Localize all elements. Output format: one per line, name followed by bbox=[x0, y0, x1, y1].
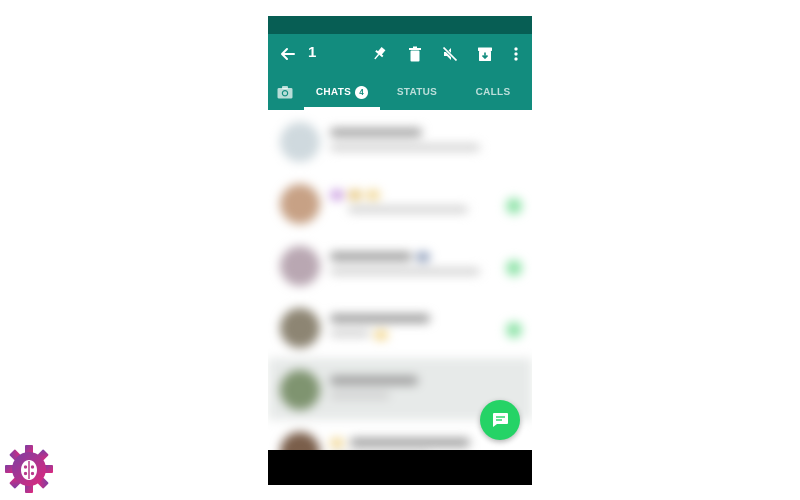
tab-chats-label: CHATS bbox=[315, 86, 352, 98]
tab-status[interactable]: STATUS bbox=[386, 74, 448, 110]
chat-row[interactable] bbox=[268, 172, 532, 234]
chats-unread-badge: 4 bbox=[355, 85, 369, 99]
mute-icon[interactable] bbox=[438, 42, 462, 66]
chat-row[interactable] bbox=[268, 296, 532, 358]
chat-row[interactable] bbox=[268, 234, 532, 296]
new-chat-icon bbox=[493, 413, 508, 427]
camera-icon bbox=[277, 86, 293, 99]
selection-app-bar: 1 bbox=[268, 34, 532, 74]
pin-icon[interactable] bbox=[367, 42, 391, 66]
tab-status-label: STATUS bbox=[396, 86, 438, 98]
blurred-chat-rows bbox=[268, 110, 532, 472]
gear-logo-icon bbox=[4, 444, 54, 494]
arrow-back-icon[interactable] bbox=[276, 42, 300, 66]
phone-screen: 1 CHATS 4 STATUS CALLS bbox=[268, 16, 532, 485]
tab-chats[interactable]: CHATS 4 bbox=[304, 74, 380, 110]
chat-row[interactable] bbox=[268, 110, 532, 172]
tab-camera[interactable] bbox=[274, 74, 296, 110]
delete-icon[interactable] bbox=[403, 42, 427, 66]
tab-calls[interactable]: CALLS bbox=[462, 74, 524, 110]
archive-icon[interactable] bbox=[473, 42, 497, 66]
status-bar bbox=[268, 16, 532, 34]
new-chat-button[interactable] bbox=[480, 400, 520, 440]
chat-list bbox=[268, 110, 532, 472]
navigation-bar bbox=[268, 450, 532, 485]
tab-calls-label: CALLS bbox=[475, 86, 511, 98]
selection-count: 1 bbox=[308, 44, 317, 61]
tab-bar: CHATS 4 STATUS CALLS bbox=[268, 74, 532, 110]
more-vert-icon[interactable] bbox=[504, 42, 528, 66]
